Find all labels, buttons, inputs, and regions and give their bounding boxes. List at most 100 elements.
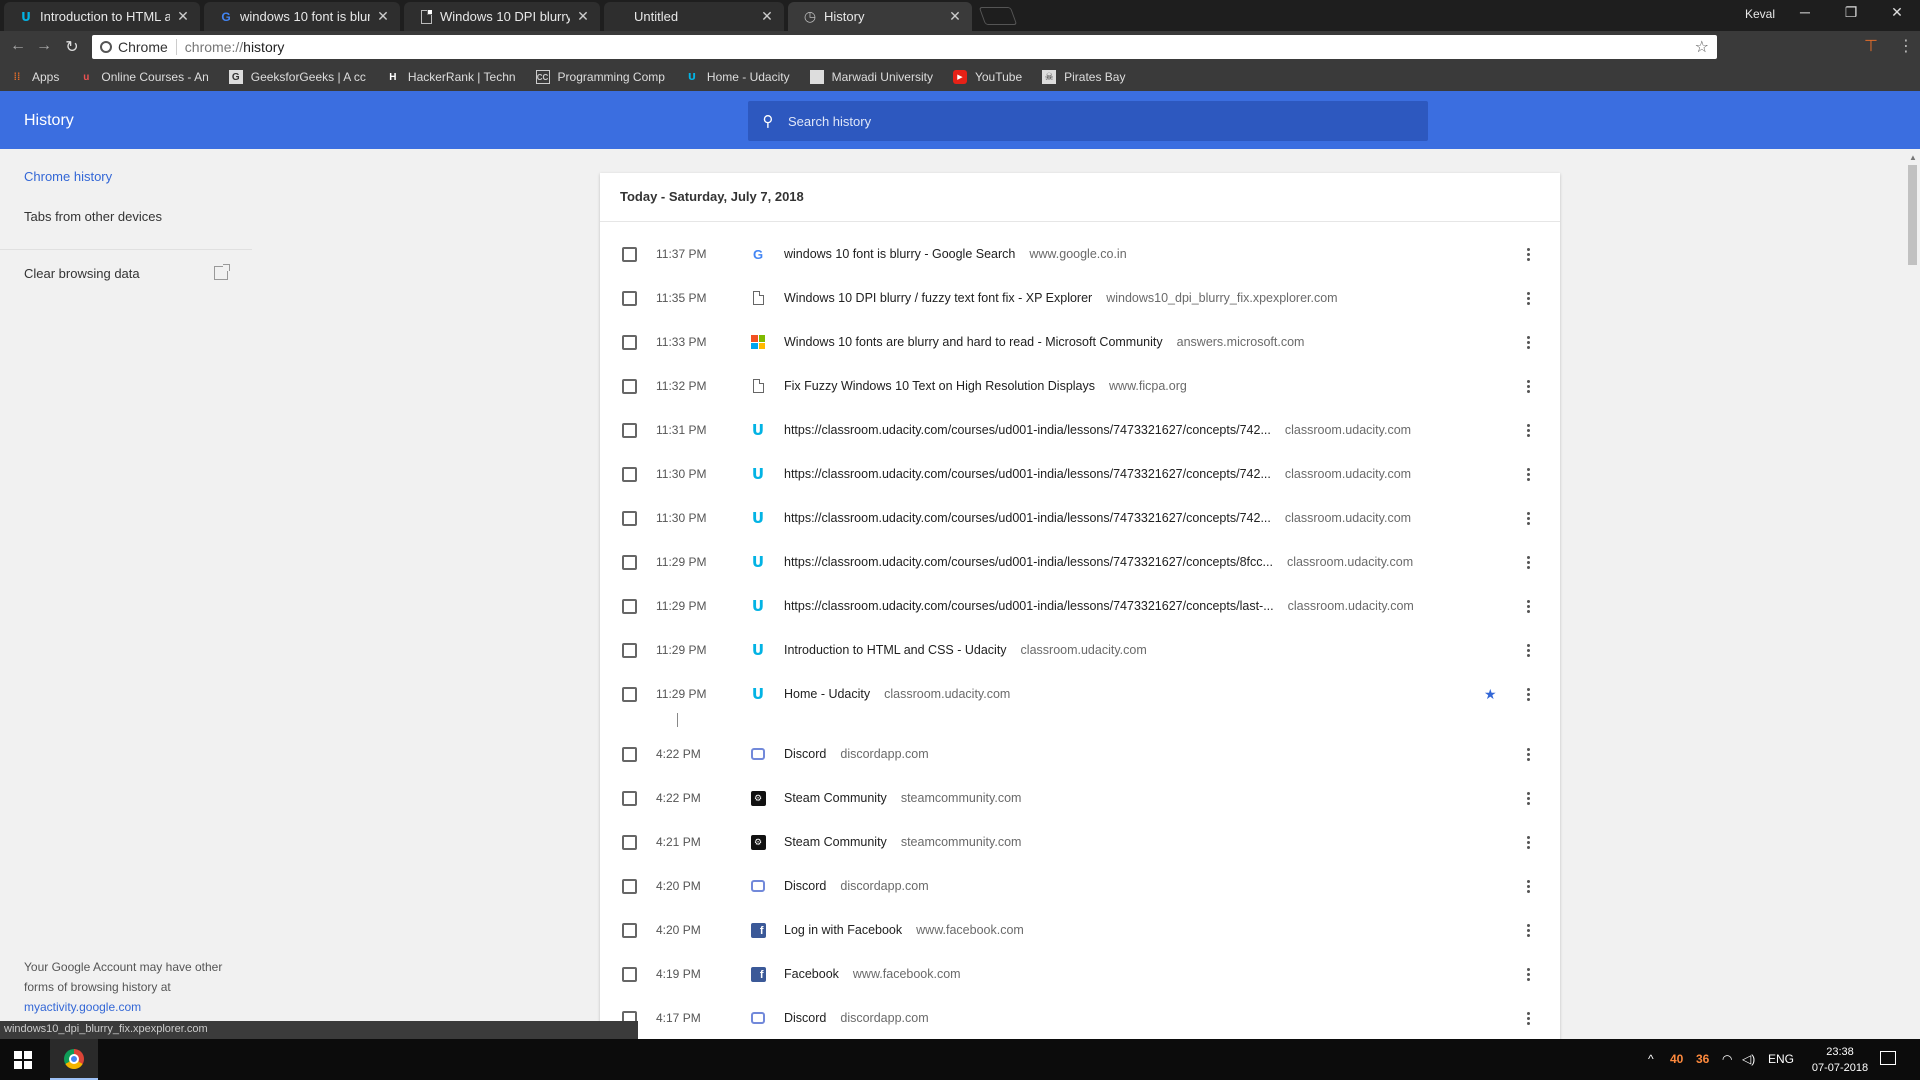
entry-title[interactable]: Discord <box>784 747 826 761</box>
history-row[interactable]: 11:29 PM Uhttps://classroom.udacity.com/c… <box>600 540 1560 584</box>
entry-link[interactable]: https://classroom.udacity.com/courses/ud… <box>784 555 1413 569</box>
row-checkbox[interactable] <box>622 510 637 526</box>
entry-title[interactable]: https://classroom.udacity.com/courses/ud… <box>784 467 1271 481</box>
minimize-icon[interactable]: ─ <box>1782 4 1828 20</box>
bookmark-star-icon[interactable]: ☆ <box>1695 37 1709 57</box>
extension-icon[interactable]: ⊤ <box>1864 36 1878 56</box>
taskbar-chrome-button[interactable] <box>50 1039 98 1080</box>
history-row[interactable]: 11:32 PM Fix Fuzzy Windows 10 Text on Hig… <box>600 364 1560 408</box>
sidebar-item-clear-browsing-data[interactable]: Clear browsing data <box>24 266 140 281</box>
more-actions-icon[interactable] <box>1522 423 1534 437</box>
more-actions-icon[interactable] <box>1522 291 1534 305</box>
sidebar-item-tabs-other-devices[interactable]: Tabs from other devices <box>24 209 162 224</box>
more-actions-icon[interactable] <box>1522 1011 1534 1025</box>
entry-title[interactable]: Steam Community <box>784 835 887 849</box>
row-checkbox[interactable] <box>622 922 637 938</box>
close-icon[interactable]: ✕ <box>948 8 962 25</box>
row-checkbox[interactable] <box>622 554 637 570</box>
entry-link[interactable]: Windows 10 fonts are blurry and hard to … <box>784 335 1304 349</box>
history-row[interactable]: 11:29 PM Uhttps://classroom.udacity.com/c… <box>600 584 1560 628</box>
history-row[interactable]: 11:33 PM Windows 10 fonts are blurry and … <box>600 320 1560 364</box>
entry-link[interactable]: https://classroom.udacity.com/courses/ud… <box>784 467 1411 481</box>
history-row[interactable]: 11:30 PM Uhttps://classroom.udacity.com/c… <box>600 496 1560 540</box>
forward-icon[interactable]: → <box>34 37 54 55</box>
tab-google-search[interactable]: G windows 10 font is blurry - Google Sea… <box>204 2 400 31</box>
history-row[interactable]: 4:20 PM f Log in with Facebook www.facebook… <box>600 908 1560 952</box>
scroll-thumb[interactable] <box>1908 165 1917 265</box>
history-row[interactable]: 11:31 PM Uhttps://classroom.udacity.com/c… <box>600 408 1560 452</box>
tab-udacity-intro[interactable]: U Introduction to HTML and CSS - Udacity… <box>4 2 200 31</box>
history-row[interactable]: 4:17 PM Discord discordapp.com <box>600 996 1560 1040</box>
scrollbar[interactable]: ▲ <box>1905 149 1920 1039</box>
entry-title[interactable]: Home - Udacity <box>784 687 870 701</box>
more-actions-icon[interactable] <box>1522 791 1534 805</box>
close-icon[interactable]: ✕ <box>576 8 590 25</box>
more-actions-icon[interactable] <box>1522 747 1534 761</box>
bookmark-codechef[interactable]: CC Programming Comp <box>535 70 665 84</box>
tab-dpi-fix[interactable]: Windows 10 DPI blurry / fuzzy text font … <box>404 2 600 31</box>
more-actions-icon[interactable] <box>1522 923 1534 937</box>
history-row[interactable]: 11:29 PM U Home - Udacity classroom.udacity… <box>600 672 1560 716</box>
entry-link[interactable]: https://classroom.udacity.com/courses/ud… <box>784 511 1411 525</box>
entry-link[interactable]: Steam Community steamcommunity.com <box>784 791 1021 805</box>
row-checkbox[interactable] <box>622 598 637 614</box>
entry-title[interactable]: Fix Fuzzy Windows 10 Text on High Resolu… <box>784 379 1095 393</box>
more-actions-icon[interactable] <box>1522 643 1534 657</box>
row-checkbox[interactable] <box>622 686 637 702</box>
search-input[interactable] <box>788 113 1388 129</box>
bookmarked-star-icon[interactable]: ★ <box>1484 686 1497 703</box>
row-checkbox[interactable] <box>622 422 637 438</box>
tab-history[interactable]: ◷ History ✕ <box>788 2 972 31</box>
bookmark-marwadi[interactable]: Marwadi University <box>809 70 933 84</box>
notification-icon[interactable] <box>1880 1051 1896 1065</box>
more-actions-icon[interactable] <box>1522 511 1534 525</box>
close-icon[interactable]: ✕ <box>176 8 190 25</box>
entry-link[interactable]: Discord discordapp.com <box>784 747 929 761</box>
more-actions-icon[interactable] <box>1522 467 1534 481</box>
chrome-menu-icon[interactable]: ⋮ <box>1898 36 1914 56</box>
bookmark-udemy[interactable]: u Online Courses - An <box>79 70 208 84</box>
scroll-up-arrow-icon[interactable]: ▲ <box>1909 153 1917 162</box>
row-checkbox[interactable] <box>622 746 637 762</box>
sidebar-item-chrome-history[interactable]: Chrome history <box>24 169 112 184</box>
entry-title[interactable]: Facebook <box>784 967 839 981</box>
tab-untitled[interactable]: Untitled ✕ <box>604 2 784 31</box>
row-checkbox[interactable] <box>622 966 637 982</box>
more-actions-icon[interactable] <box>1522 835 1534 849</box>
entry-link[interactable]: Windows 10 DPI blurry / fuzzy text font … <box>784 291 1338 305</box>
chevron-up-icon[interactable]: ^ <box>1648 1052 1654 1066</box>
windows-start-icon[interactable] <box>14 1051 32 1069</box>
entry-title[interactable]: windows 10 font is blurry - Google Searc… <box>784 247 1015 261</box>
entry-link[interactable]: Discord discordapp.com <box>784 879 929 893</box>
row-checkbox[interactable] <box>622 290 637 306</box>
row-checkbox[interactable] <box>622 466 637 482</box>
entry-title[interactable]: https://classroom.udacity.com/courses/ud… <box>784 511 1271 525</box>
more-actions-icon[interactable] <box>1522 879 1534 893</box>
history-row[interactable]: 11:29 PM U Introduction to HTML and CSS - … <box>600 628 1560 672</box>
wifi-icon[interactable]: ◠ <box>1722 1052 1732 1066</box>
entry-link[interactable]: Facebook www.facebook.com <box>784 967 961 981</box>
tray-temp-b[interactable]: 36 <box>1696 1052 1709 1066</box>
row-checkbox[interactable] <box>622 790 637 806</box>
row-checkbox[interactable] <box>622 642 637 658</box>
profile-name[interactable]: Keval <box>1745 7 1775 21</box>
entry-link[interactable]: Fix Fuzzy Windows 10 Text on High Resolu… <box>784 379 1187 393</box>
back-icon[interactable]: ← <box>8 37 28 55</box>
entry-link[interactable]: Steam Community steamcommunity.com <box>784 835 1021 849</box>
row-checkbox[interactable] <box>622 334 637 350</box>
clock[interactable]: 23:38 07-07-2018 <box>1805 1044 1875 1076</box>
close-window-icon[interactable]: ✕ <box>1874 4 1920 21</box>
search-box[interactable]: ⚲ <box>748 101 1428 141</box>
entry-title[interactable]: Discord <box>784 879 826 893</box>
entry-link[interactable]: Introduction to HTML and CSS - Udacity cl… <box>784 643 1147 657</box>
more-actions-icon[interactable] <box>1522 335 1534 349</box>
more-actions-icon[interactable] <box>1522 379 1534 393</box>
close-icon[interactable]: ✕ <box>376 8 390 25</box>
entry-title[interactable]: https://classroom.udacity.com/courses/ud… <box>784 555 1273 569</box>
bookmark-geeksforgeeks[interactable]: G GeeksforGeeks | A cc <box>228 70 366 84</box>
row-checkbox[interactable] <box>622 246 637 262</box>
tray-temp-a[interactable]: 40 <box>1670 1052 1683 1066</box>
bookmark-piratesbay[interactable]: ☠ Pirates Bay <box>1042 70 1125 84</box>
bookmark-apps[interactable]: ⁞⁞ Apps <box>10 70 60 84</box>
entry-link[interactable]: Log in with Facebook www.facebook.com <box>784 923 1024 937</box>
